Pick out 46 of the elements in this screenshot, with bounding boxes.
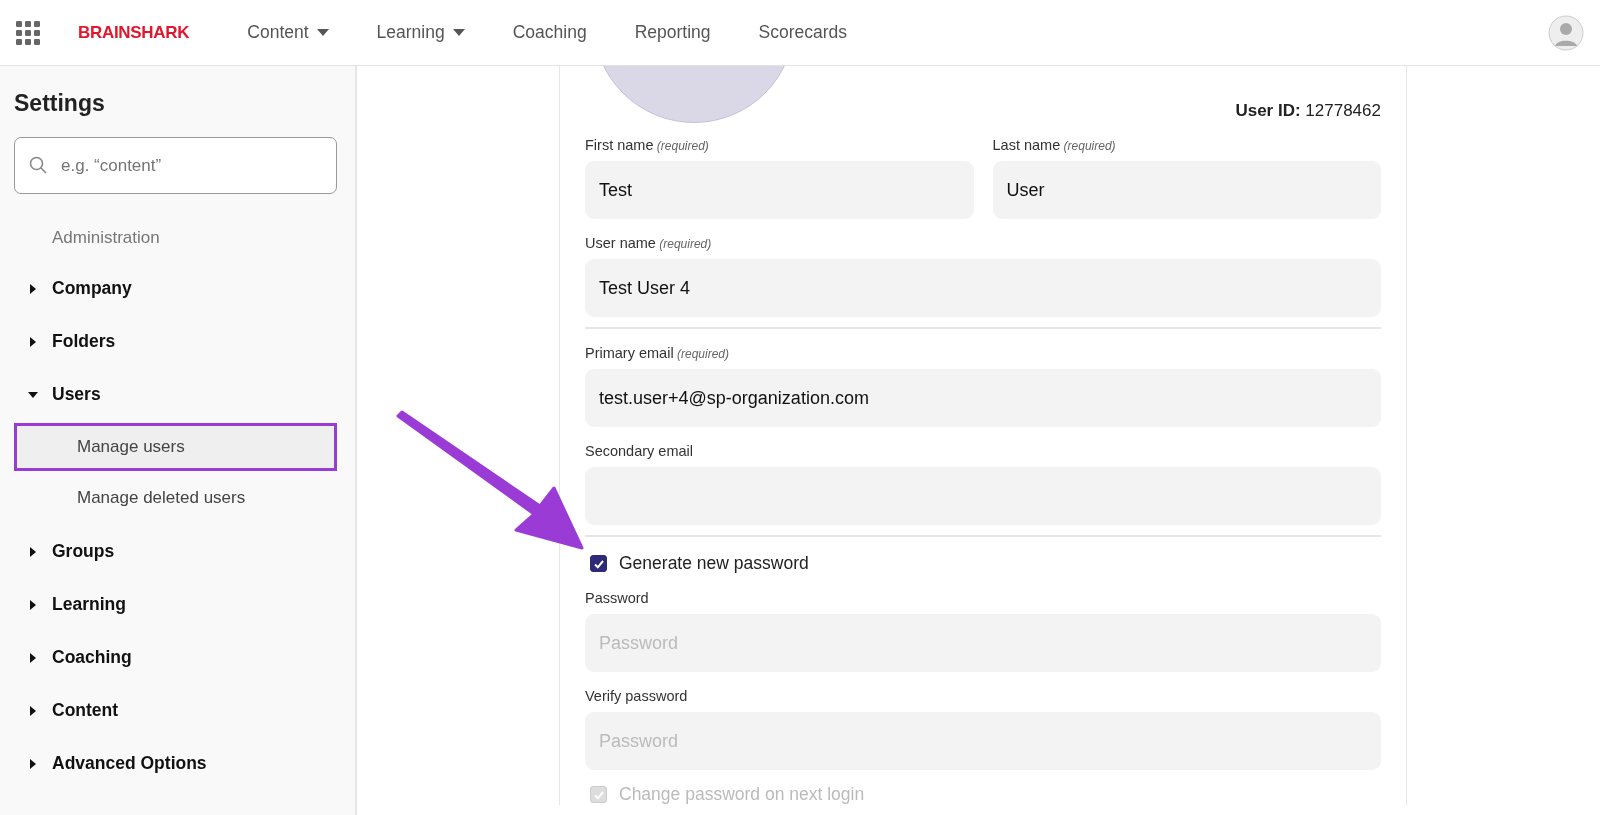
sidebar-title: Settings xyxy=(14,90,106,117)
sidebar-item-label: Coaching xyxy=(52,647,132,668)
sidebar-item[interactable]: Groups xyxy=(14,525,355,578)
nav-link[interactable]: Reporting xyxy=(634,22,711,43)
nav-link[interactable]: Coaching xyxy=(512,22,587,43)
field-label: Secondary email xyxy=(585,443,694,459)
field-label: Last name (required) xyxy=(992,137,1117,153)
nav-link[interactable]: Learning xyxy=(376,22,465,43)
field-label: Password xyxy=(585,590,650,606)
field-label: User name (required) xyxy=(585,235,713,251)
sidebar-item[interactable]: Company xyxy=(14,262,355,315)
sidebar-item[interactable]: Folders xyxy=(14,315,355,368)
input-field[interactable]: test.user+4@sp-organization.com xyxy=(585,369,1381,427)
nav-link[interactable]: Scorecards xyxy=(758,22,848,43)
sidebar-item[interactable]: Advanced Options xyxy=(14,737,355,790)
sidebar-item-label: Advanced Options xyxy=(52,753,207,774)
sidebar-item-label: Content xyxy=(52,700,119,721)
user-id: User ID: 12778462 xyxy=(1235,101,1381,121)
sidebar-item[interactable]: Users xyxy=(14,368,355,421)
input-field[interactable]: Test xyxy=(585,161,974,219)
section-label: Administration xyxy=(51,227,161,249)
field-label: First name (required) xyxy=(585,137,710,153)
user-avatar[interactable] xyxy=(1548,14,1584,51)
sidebar-item-label: Folders xyxy=(52,331,116,352)
app-grid-icon[interactable] xyxy=(16,20,40,45)
sidebar-item-label: Learning xyxy=(52,594,126,615)
brand-logo[interactable]: BRAINSHARK xyxy=(78,22,190,43)
field-label: Verify password xyxy=(585,688,689,704)
input-field[interactable]: User xyxy=(992,161,1381,219)
sidebar-item[interactable]: Coaching xyxy=(14,631,355,684)
input-field[interactable]: Password xyxy=(585,614,1381,672)
checkbox[interactable] xyxy=(590,555,607,572)
sidebar-item-label: Groups xyxy=(52,541,115,562)
search-icon xyxy=(29,156,47,174)
field-label: Primary email (required) xyxy=(585,345,730,361)
input-field[interactable]: Test User 4 xyxy=(585,259,1381,317)
input-field[interactable]: Password xyxy=(585,712,1381,770)
sidebar-item[interactable]: Content xyxy=(14,684,355,737)
sidebar-subitem[interactable]: Manage deleted users xyxy=(14,474,337,522)
checkbox-row[interactable]: Generate new password xyxy=(590,553,1381,574)
search-field[interactable]: e.g. “content” xyxy=(14,137,337,194)
sidebar-item-label: Users xyxy=(52,384,101,405)
sidebar-item[interactable]: Learning xyxy=(14,578,355,631)
sidebar-item-label: Company xyxy=(52,278,132,299)
sidebar-subitem[interactable]: Manage users xyxy=(14,423,337,471)
nav-link[interactable]: Content xyxy=(247,22,329,43)
